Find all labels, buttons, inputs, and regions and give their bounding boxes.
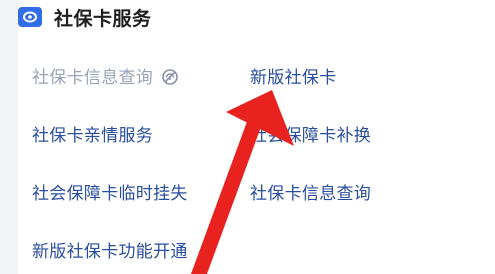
service-link-temporary-loss-report[interactable]: 社会保障卡临时挂失: [32, 179, 188, 204]
service-link-new-card-activation[interactable]: 新版社保卡功能开通: [32, 237, 188, 262]
social-security-card-icon: [18, 7, 42, 27]
card-title: 社保卡服务: [54, 7, 152, 30]
service-link-family-service[interactable]: 社保卡亲情服务: [32, 121, 153, 146]
service-link-card-info-query[interactable]: 社保卡信息查询: [250, 179, 371, 204]
service-link-new-card[interactable]: 新版社保卡: [250, 63, 337, 88]
service-label: 社保卡信息查询: [32, 68, 154, 88]
card-header: 社保卡服务: [18, 2, 152, 32]
offline-icon: [161, 68, 179, 91]
service-link-card-replacement[interactable]: 社会保障卡补换: [250, 121, 371, 146]
service-link-card-info-query-disabled[interactable]: 社保卡信息查询: [32, 63, 179, 91]
